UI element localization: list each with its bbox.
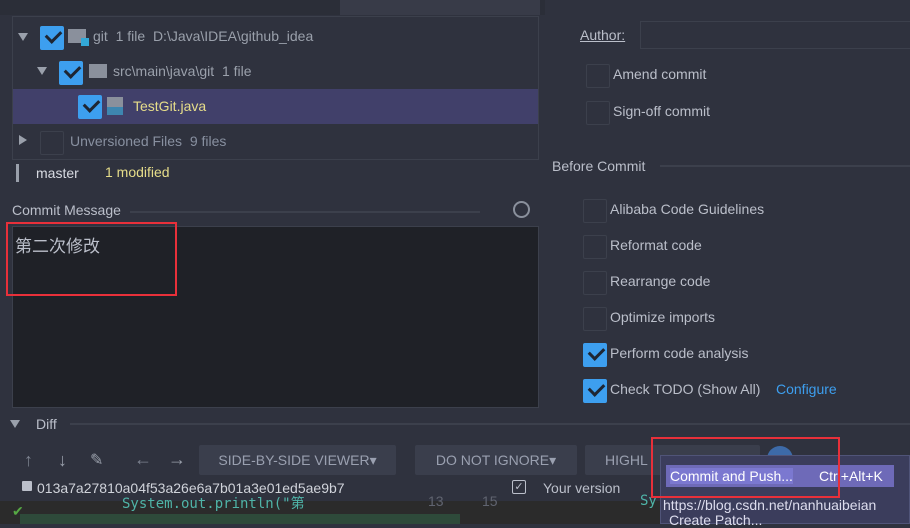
top-tab-active[interactable] (340, 0, 540, 15)
signoff-label[interactable]: Sign-off commit (613, 103, 710, 119)
unversioned-label[interactable]: Unversioned Files 9 files (70, 133, 226, 149)
divider (130, 211, 480, 213)
next-diff-icon[interactable]: ↓ (58, 450, 67, 471)
line-number-a: 13 (428, 493, 444, 509)
code-left: System.out.println("第 (122, 496, 305, 512)
prev-diff-icon[interactable]: ↑ (24, 450, 33, 471)
expand-icon[interactable] (37, 67, 47, 75)
your-version-checkbox[interactable]: ✓ (512, 480, 526, 494)
line-number-b: 15 (482, 493, 498, 509)
tree-folder-label[interactable]: src\main\java\git 1 file (113, 63, 252, 79)
diff-label: Diff (36, 416, 57, 432)
checkbox-file[interactable] (78, 95, 102, 119)
history-clock-icon[interactable] (513, 201, 530, 218)
before-commit-heading: Before Commit (552, 158, 646, 174)
menu-item-create-patch[interactable]: Create Patch... (669, 512, 762, 528)
collapse-icon[interactable] (19, 135, 27, 145)
branch-icon (16, 164, 28, 182)
signoff-checkbox[interactable] (586, 101, 610, 125)
expand-icon[interactable] (18, 33, 28, 41)
amend-checkbox[interactable] (586, 64, 610, 88)
folder-icon (89, 64, 107, 78)
watermark: https://blog.csdn.net/nanhuaibeian (663, 497, 877, 513)
module-folder-icon (68, 29, 89, 46)
modified-count: 1 modified (105, 164, 170, 180)
checkbox-folder[interactable] (59, 61, 83, 85)
checkbox-unversioned[interactable] (40, 131, 64, 155)
author-label: Author: (580, 27, 626, 43)
your-version-label: Your version (543, 480, 621, 496)
tree-root-label[interactable]: git 1 file D:\Java\IDEA\github_idea (93, 28, 313, 44)
highlight-box (6, 222, 177, 296)
checkbox-git-root[interactable] (40, 26, 64, 50)
ignore-dropdown[interactable]: DO NOT IGNORE▾ (415, 445, 577, 475)
selected-row[interactable]: TestGit.java (13, 89, 538, 124)
highlight-box (651, 437, 840, 498)
amend-label[interactable]: Amend commit (613, 66, 706, 82)
lock-icon (22, 481, 32, 491)
back-icon[interactable]: ← (134, 449, 152, 470)
viewer-dropdown[interactable]: SIDE-BY-SIDE VIEWER▾ (199, 445, 396, 475)
configure-link[interactable]: Configure (776, 381, 837, 397)
branch-label[interactable]: master (36, 165, 79, 181)
forward-icon[interactable]: → (168, 449, 186, 470)
diff-collapse-icon[interactable] (10, 420, 20, 428)
java-file-icon (107, 97, 123, 115)
changes-tree: git 1 file D:\Java\IDEA\github_idea src\… (12, 16, 539, 160)
author-input[interactable] (640, 21, 910, 49)
edit-icon[interactable]: ✎ (90, 450, 103, 470)
divider (660, 165, 910, 167)
file-label: TestGit.java (133, 98, 207, 114)
commit-message-label: Commit Message (12, 202, 121, 218)
divider (70, 423, 910, 425)
